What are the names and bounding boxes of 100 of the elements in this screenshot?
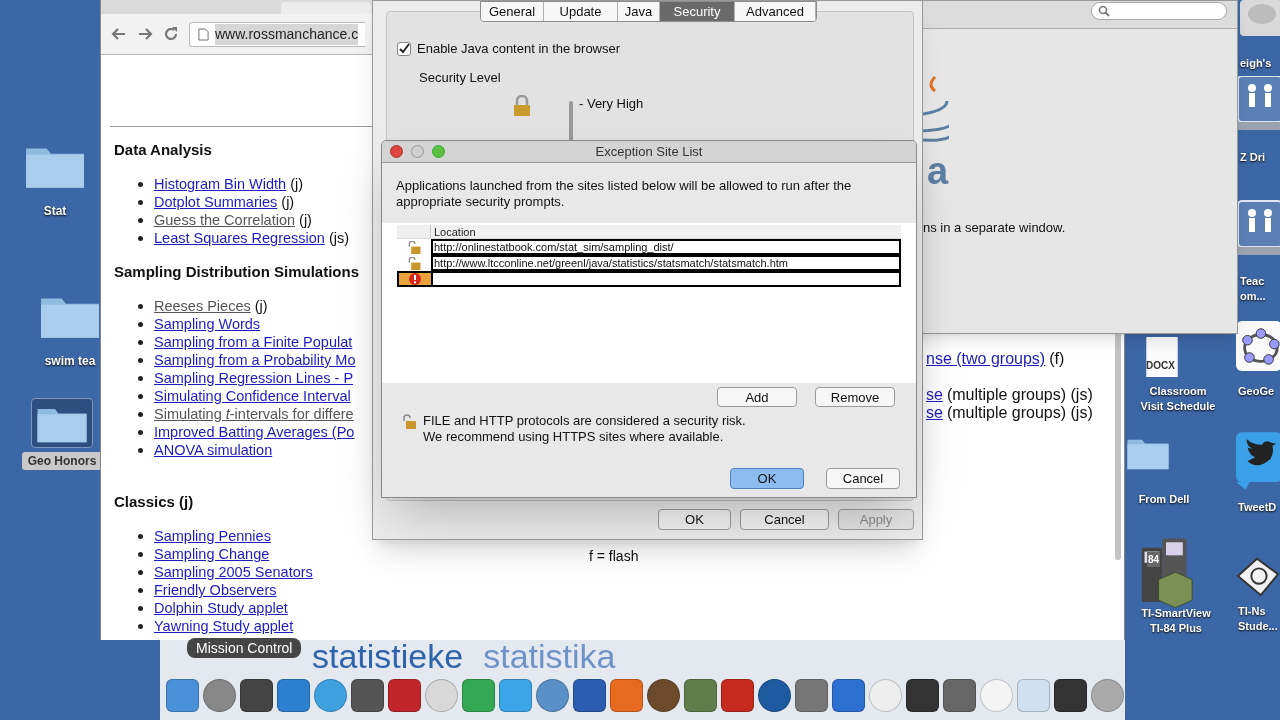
bird-icon[interactable] <box>1236 430 1280 492</box>
link-note: (js) <box>328 229 350 247</box>
app-icon[interactable] <box>351 679 384 712</box>
check-icon <box>398 42 410 55</box>
folder-icon[interactable] <box>31 398 93 448</box>
link[interactable]: Dotplot Summaries <box>154 193 278 211</box>
link[interactable]: nse (two groups) <box>926 347 1046 371</box>
logo-letter: a <box>927 151 949 191</box>
button[interactable]: Cancel <box>826 468 900 489</box>
geometry-icon[interactable] <box>1236 318 1280 374</box>
app-icon[interactable] <box>1054 679 1087 712</box>
description-text: Applications launched from the sites listed below will be allowed to run after the appropriate security prompts. <box>396 178 853 210</box>
section-heading: Classics (j) <box>114 493 194 511</box>
bullet-icon <box>138 375 143 381</box>
bullet-icon <box>138 429 143 435</box>
icon-label: om... <box>1240 289 1266 304</box>
app-icon[interactable] <box>795 679 828 712</box>
button[interactable]: Remove <box>815 387 895 407</box>
icon-label: From Dell <box>1138 492 1190 507</box>
link[interactable]: Improved Batting Averages (Po <box>154 423 355 441</box>
link[interactable]: Sampling Pennies <box>154 527 271 545</box>
icon-label: TI-SmartView <box>1141 606 1211 621</box>
link[interactable]: Least Squares Regression <box>154 229 325 247</box>
bullet-icon <box>138 605 143 611</box>
app-icon[interactable] <box>721 679 754 712</box>
app-icon[interactable] <box>388 679 421 712</box>
link[interactable]: Sampling Change <box>154 545 270 563</box>
link[interactable]: Friendly Observers <box>154 581 277 599</box>
icon-label: TweetD <box>1238 500 1277 515</box>
bullet-icon <box>138 393 143 399</box>
link[interactable]: Simulating Confidence Interval <box>154 387 351 405</box>
app-icon[interactable] <box>277 679 310 712</box>
link[interactable]: Guess the Correlation <box>154 211 296 229</box>
link[interactable]: Sampling 2005 Senators <box>154 563 313 581</box>
link[interactable]: Reeses Pieces <box>154 297 251 315</box>
link[interactable]: Sampling Words <box>154 315 261 333</box>
field-label: Security Level <box>419 69 501 87</box>
tab[interactable]: General <box>481 2 544 21</box>
link[interactable]: Dolphin Study applet <box>154 599 288 617</box>
button[interactable]: Cancel <box>740 509 829 530</box>
icon-label: GeoGe <box>1238 384 1275 399</box>
bullet-icon <box>138 447 143 453</box>
link[interactable]: Sampling Regression Lines - P <box>154 369 354 387</box>
search-field[interactable] <box>1091 2 1227 20</box>
section-heading: Sampling Distribution Simulations <box>114 263 359 281</box>
slider-track[interactable] <box>569 101 573 141</box>
link-note: (j) <box>281 193 295 211</box>
app-icon[interactable] <box>647 679 680 712</box>
banner-text: statistieke <box>312 638 464 674</box>
link[interactable]: Histogram Bin Width <box>154 175 287 193</box>
tab[interactable]: Security <box>660 2 735 21</box>
bullet-icon <box>138 357 143 363</box>
link[interactable]: Simulating t-intervals for differe <box>154 405 354 423</box>
bullet-icon <box>138 551 143 557</box>
button[interactable]: OK <box>658 509 731 530</box>
app-icon[interactable] <box>240 679 273 712</box>
bullet-icon <box>138 533 143 539</box>
link-note: (j) <box>254 297 268 315</box>
address-bar[interactable]: www.rossmanchance.c <box>189 21 365 47</box>
app-icon[interactable] <box>832 679 865 712</box>
app-icon[interactable] <box>758 679 791 712</box>
icon-label: TI-84 Plus <box>1150 621 1202 636</box>
app-icon[interactable] <box>906 679 939 712</box>
button[interactable]: OK <box>730 468 804 489</box>
network-icon[interactable] <box>1238 76 1280 130</box>
bullet-icon <box>138 623 143 629</box>
warning-text: We recommend using HTTPS sites where available. <box>423 429 725 445</box>
window-title: Exception Site List <box>595 142 703 161</box>
forward-icon[interactable] <box>137 26 153 42</box>
back-icon[interactable] <box>111 26 127 42</box>
error-icon <box>409 273 421 285</box>
icon-label: Visit Schedule <box>1140 399 1216 414</box>
link-note: (multiple groups) (js) <box>946 385 1093 405</box>
model-label: 84 <box>1147 552 1161 567</box>
link[interactable]: Yawning Study applet <box>154 617 294 635</box>
network-icon[interactable] <box>1238 198 1280 258</box>
link[interactable]: Sampling from a Probability Mo <box>154 351 356 369</box>
section-heading: Data Analysis <box>114 141 212 159</box>
bullet-icon <box>138 199 143 205</box>
link[interactable]: ANOVA simulation <box>154 441 273 459</box>
reload-icon[interactable] <box>163 26 179 42</box>
input-field[interactable] <box>431 271 901 287</box>
link[interactable]: Sampling from a Finite Populat <box>154 333 353 351</box>
page-icon <box>198 27 209 41</box>
app-icon[interactable] <box>943 679 976 712</box>
button[interactable]: Add <box>717 387 797 407</box>
legend-text: f = flash <box>589 547 639 565</box>
bullet-icon <box>138 411 143 417</box>
bullet-icon <box>138 235 143 241</box>
icon-label: Teac <box>1240 274 1265 289</box>
close-button[interactable] <box>390 145 403 158</box>
lock-icon <box>513 95 531 117</box>
icon-label: TI-Ns <box>1238 604 1266 619</box>
unlocked-lock-icon <box>406 256 422 270</box>
table-cell[interactable]: http://www.ltcconline.net/greenl/java/statistics/statsmatch/statsmatch.htm <box>431 255 901 271</box>
icon-label: Classroom <box>1149 384 1207 399</box>
app-icon[interactable] <box>573 679 606 712</box>
table-cell[interactable]: http://onlinestatbook.com/stat_sim/sampling_dist/ <box>431 239 901 255</box>
checkbox-label: Enable Java content in the browser <box>417 40 621 58</box>
app-icon[interactable] <box>684 679 717 712</box>
